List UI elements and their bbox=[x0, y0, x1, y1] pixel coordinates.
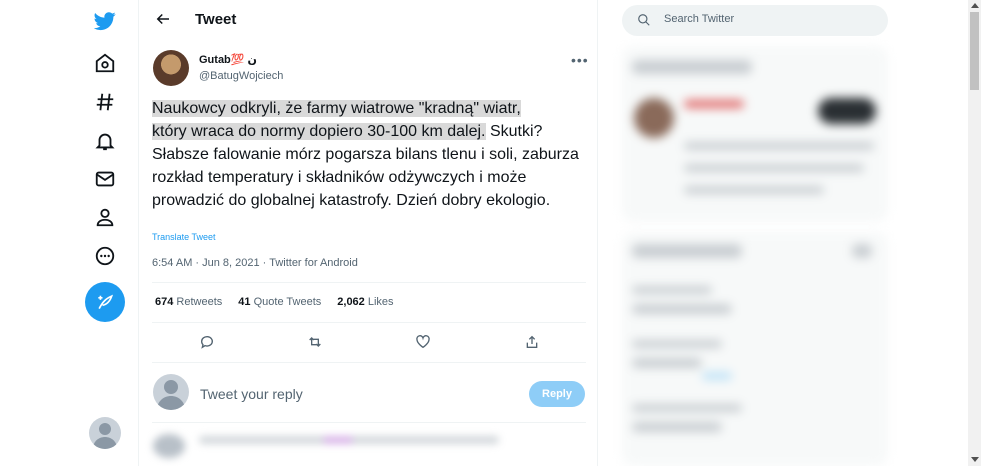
page-title: Tweet bbox=[195, 11, 237, 28]
messages-envelope-icon[interactable] bbox=[88, 162, 122, 196]
tweet-stats: 674 Retweets 41 Quote Tweets 2,062 Likes bbox=[155, 296, 394, 308]
translate-tweet-link[interactable]: Translate Tweet bbox=[152, 232, 216, 242]
compose-tweet-button[interactable] bbox=[85, 282, 125, 322]
scrollbar-thumb[interactable] bbox=[970, 12, 979, 90]
divider bbox=[152, 282, 586, 283]
reply-avatar bbox=[153, 374, 189, 410]
account-avatar[interactable] bbox=[89, 417, 121, 449]
search-box[interactable]: Search Twitter bbox=[622, 5, 888, 36]
tweet-actions bbox=[139, 330, 599, 354]
divider bbox=[152, 422, 586, 423]
quote-tweets-stat[interactable]: 41 Quote Tweets bbox=[238, 296, 321, 308]
left-navigation bbox=[0, 0, 138, 466]
author-avatar[interactable] bbox=[153, 50, 189, 86]
share-icon[interactable] bbox=[520, 330, 544, 354]
author-name[interactable]: Gutab💯 ن bbox=[199, 53, 257, 66]
notifications-bell-icon[interactable] bbox=[88, 124, 122, 158]
explore-hashtag-icon[interactable] bbox=[88, 85, 122, 119]
profile-icon[interactable] bbox=[88, 200, 122, 234]
tweet-timestamp[interactable]: 6:54 AM · Jun 8, 2021 · Twitter for Andr… bbox=[152, 257, 358, 269]
more-circle-icon[interactable] bbox=[88, 239, 122, 273]
back-arrow-icon[interactable] bbox=[153, 9, 173, 29]
retweet-icon[interactable] bbox=[303, 330, 327, 354]
blurred-trends-card bbox=[622, 232, 888, 466]
likes-stat[interactable]: 2,062 Likes bbox=[337, 296, 393, 308]
compose-feather-icon bbox=[98, 294, 114, 310]
more-options-icon[interactable]: ••• bbox=[571, 52, 589, 68]
main-column: Tweet Gutab💯 ن @BatugWojciech ••• Naukow… bbox=[138, 0, 598, 466]
blurred-reply bbox=[153, 430, 583, 460]
tweet-text-highlight-1: Naukowcy odkryli, że farmy wiatrowe "kra… bbox=[152, 100, 521, 117]
tweet-text: Naukowcy odkryli, że farmy wiatrowe "kra… bbox=[152, 97, 587, 212]
reply-button[interactable]: Reply bbox=[529, 381, 585, 407]
page-scrollbar[interactable] bbox=[968, 0, 981, 466]
divider bbox=[152, 322, 586, 323]
author-handle[interactable]: @BatugWojciech bbox=[199, 70, 283, 82]
like-heart-icon[interactable] bbox=[411, 330, 435, 354]
right-sidebar: Search Twitter bbox=[598, 0, 968, 466]
scroll-up-arrow-icon[interactable] bbox=[971, 3, 979, 8]
tweet-text-highlight-2: który wraca do normy dopiero 30-100 km d… bbox=[152, 123, 486, 140]
scroll-down-arrow-icon[interactable] bbox=[971, 457, 979, 462]
header-bar: Tweet bbox=[139, 0, 599, 40]
home-icon[interactable] bbox=[88, 46, 122, 80]
reply-icon[interactable] bbox=[195, 330, 219, 354]
retweets-stat[interactable]: 674 Retweets bbox=[155, 296, 222, 308]
search-input[interactable]: Search Twitter bbox=[664, 13, 734, 25]
blurred-who-to-follow-card bbox=[622, 46, 888, 222]
twitter-logo-icon[interactable] bbox=[88, 4, 122, 38]
search-icon bbox=[638, 14, 650, 26]
reply-input[interactable]: Tweet your reply bbox=[200, 386, 303, 402]
divider bbox=[152, 362, 586, 363]
